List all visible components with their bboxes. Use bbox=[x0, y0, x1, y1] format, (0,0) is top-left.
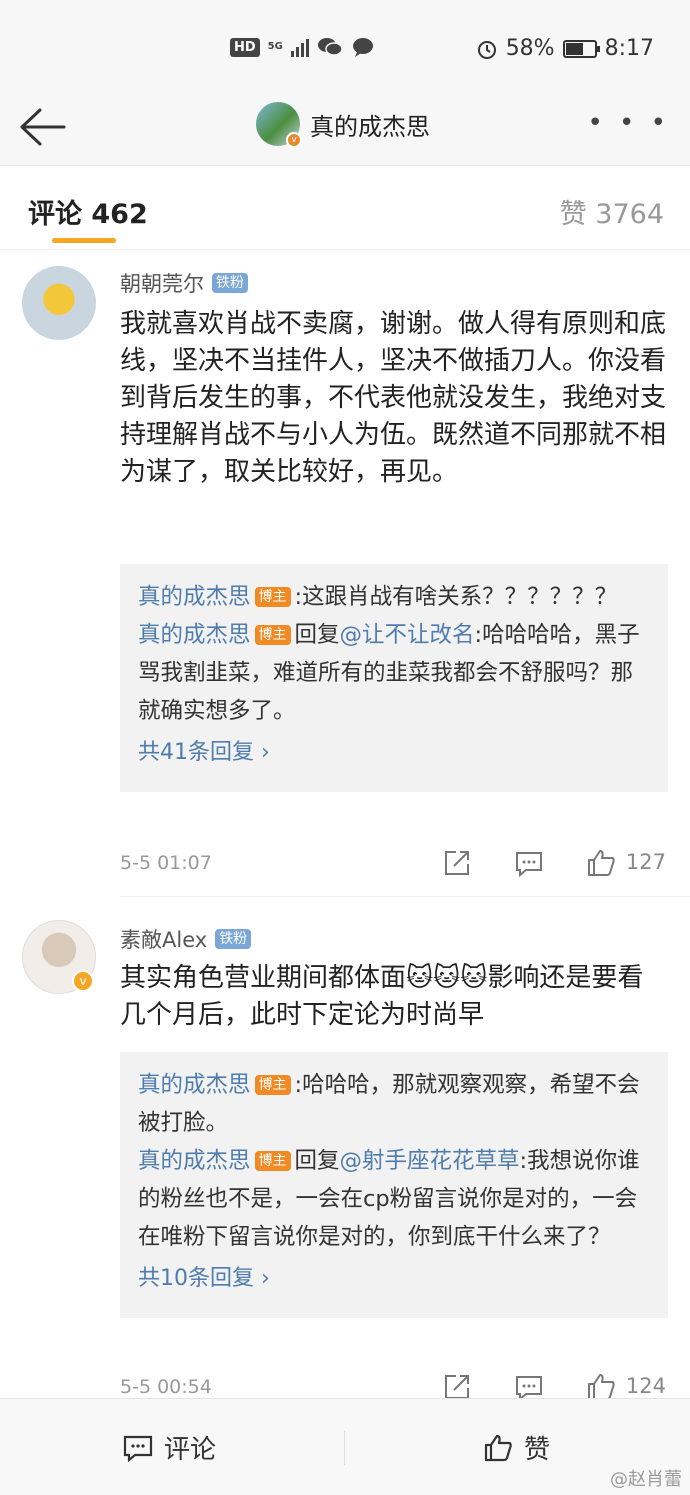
reply-author[interactable]: 真的成杰思 bbox=[138, 1072, 251, 1098]
comment-text: 我就喜欢肖战不卖腐，谢谢。做人得有原则和底线，坚决不当挂件人，坚决不做插刀人。你… bbox=[120, 309, 667, 487]
comment-meta: 5-5 01:07 127 bbox=[120, 846, 668, 886]
comment-button-label: 评论 bbox=[164, 1435, 217, 1465]
avatar[interactable]: v bbox=[256, 102, 302, 148]
clock: 8:17 bbox=[604, 36, 654, 61]
reply-line: 真的成杰思 博主 回复@射手座花花草草:我想说你谁的粉丝也不是，一会在cp粉留言说你… bbox=[138, 1142, 650, 1256]
verified-icon: v bbox=[286, 132, 302, 148]
watermark: @赵肖蕾 bbox=[610, 1469, 682, 1490]
tab-active-indicator bbox=[52, 238, 116, 243]
blogger-badge: 博主 bbox=[254, 625, 291, 645]
reply-prefix: 回复 bbox=[294, 1148, 340, 1174]
comment-text: 其实角色营业期间都体面🐱🐱🐱影响还是要看几个月后，此时下定论为时尚早 bbox=[120, 963, 644, 1030]
comment-date: 5-5 00:54 bbox=[120, 1376, 212, 1398]
verified-icon: v bbox=[72, 970, 94, 992]
comment-user[interactable]: 朝朝莞尔 铁粉 bbox=[120, 268, 248, 298]
blogger-badge: 博主 bbox=[254, 1151, 291, 1171]
more-options-icon[interactable]: • • • bbox=[587, 108, 670, 138]
reply-icon[interactable] bbox=[514, 848, 544, 878]
thumbs-up-icon[interactable] bbox=[586, 848, 616, 878]
comment-date: 5-5 01:07 bbox=[120, 852, 212, 874]
reply-box[interactable]: 真的成杰思 博主:哈哈哈，那就观察观察，希望不会被打脸。 真的成杰思 博主 回复@射手… bbox=[120, 1052, 668, 1318]
reply-author[interactable]: 真的成杰思 bbox=[138, 584, 251, 610]
status-right: 58% 8:17 bbox=[476, 36, 654, 61]
reply-mention[interactable]: @让不让改名 bbox=[340, 622, 475, 648]
reply-author[interactable]: 真的成杰思 bbox=[138, 622, 251, 648]
blogger-badge: 博主 bbox=[254, 1075, 291, 1095]
comment-icon bbox=[123, 1435, 153, 1462]
reply-prefix: 回复 bbox=[294, 622, 340, 648]
share-icon[interactable] bbox=[442, 848, 472, 878]
battery-level-fill bbox=[565, 42, 583, 55]
tab-likes[interactable]: 赞 3764 bbox=[560, 192, 664, 231]
fan-badge: 铁粉 bbox=[215, 929, 252, 949]
like-button[interactable]: 赞 bbox=[482, 1429, 550, 1466]
username[interactable]: 朝朝莞尔 bbox=[120, 268, 204, 298]
nav-profile[interactable]: v 真的成杰思 bbox=[256, 102, 430, 148]
thumbs-up-icon bbox=[484, 1434, 512, 1461]
battery-icon bbox=[562, 39, 600, 58]
reply-line: 真的成杰思 博主:哈哈哈，那就观察观察，希望不会被打脸。 bbox=[138, 1066, 650, 1142]
reply-author[interactable]: 真的成杰思 bbox=[138, 1148, 251, 1174]
back-arrow-icon[interactable] bbox=[18, 104, 68, 150]
message-icon bbox=[352, 38, 373, 57]
bottom-action-bar: 评论 赞 @赵肖蕾 bbox=[0, 1398, 690, 1495]
reply-box[interactable]: 真的成杰思 博主:这跟肖战有啥关系？？？？？？ 真的成杰思 博主 回复@让不让改名:哈… bbox=[120, 564, 668, 792]
reply-text: :这跟肖战有啥关系？？？？？？ bbox=[294, 584, 618, 610]
tab-bar: 评论 462 赞 3764 bbox=[0, 166, 690, 250]
signal-icon bbox=[290, 37, 309, 57]
status-bar: HD 5G 58% 8:17 bbox=[0, 0, 690, 100]
more-replies-link[interactable]: 共10条回复 › bbox=[138, 1258, 650, 1300]
reply-line: 真的成杰思 博主 回复@让不让改名:哈哈哈哈，黑子骂我割韭菜，难道所有的韭菜我都会不… bbox=[138, 616, 650, 730]
reply-line: 真的成杰思 博主:这跟肖战有啥关系？？？？？？ bbox=[138, 578, 650, 616]
tab-comments[interactable]: 评论 462 bbox=[28, 192, 148, 231]
network-label: 5G bbox=[267, 41, 283, 52]
nav-bar: v 真的成杰思 • • • bbox=[0, 100, 690, 166]
comment-button[interactable]: 评论 bbox=[122, 1429, 216, 1466]
like-count: 124 bbox=[625, 1374, 666, 1398]
hd-icon: HD bbox=[230, 37, 260, 57]
comment-user[interactable]: 素敵Alex 铁粉 bbox=[120, 924, 252, 954]
blogger-badge: 博主 bbox=[254, 587, 291, 607]
username[interactable]: 素敵Alex bbox=[120, 924, 207, 954]
status-left: HD 5G bbox=[230, 36, 375, 58]
wechat-icon bbox=[317, 38, 343, 56]
divider bbox=[120, 896, 690, 897]
divider bbox=[344, 1431, 345, 1465]
more-replies-link[interactable]: 共41条回复 › bbox=[138, 732, 650, 774]
reply-mention[interactable]: @射手座花花草草 bbox=[340, 1148, 520, 1174]
avatar[interactable] bbox=[22, 266, 96, 340]
page-title: 真的成杰思 bbox=[310, 112, 430, 141]
like-button-label: 赞 bbox=[524, 1435, 551, 1465]
battery-percent: 58% bbox=[505, 36, 555, 61]
like-count: 127 bbox=[625, 850, 666, 874]
alarm-icon bbox=[477, 40, 496, 59]
fan-badge: 铁粉 bbox=[212, 273, 248, 293]
